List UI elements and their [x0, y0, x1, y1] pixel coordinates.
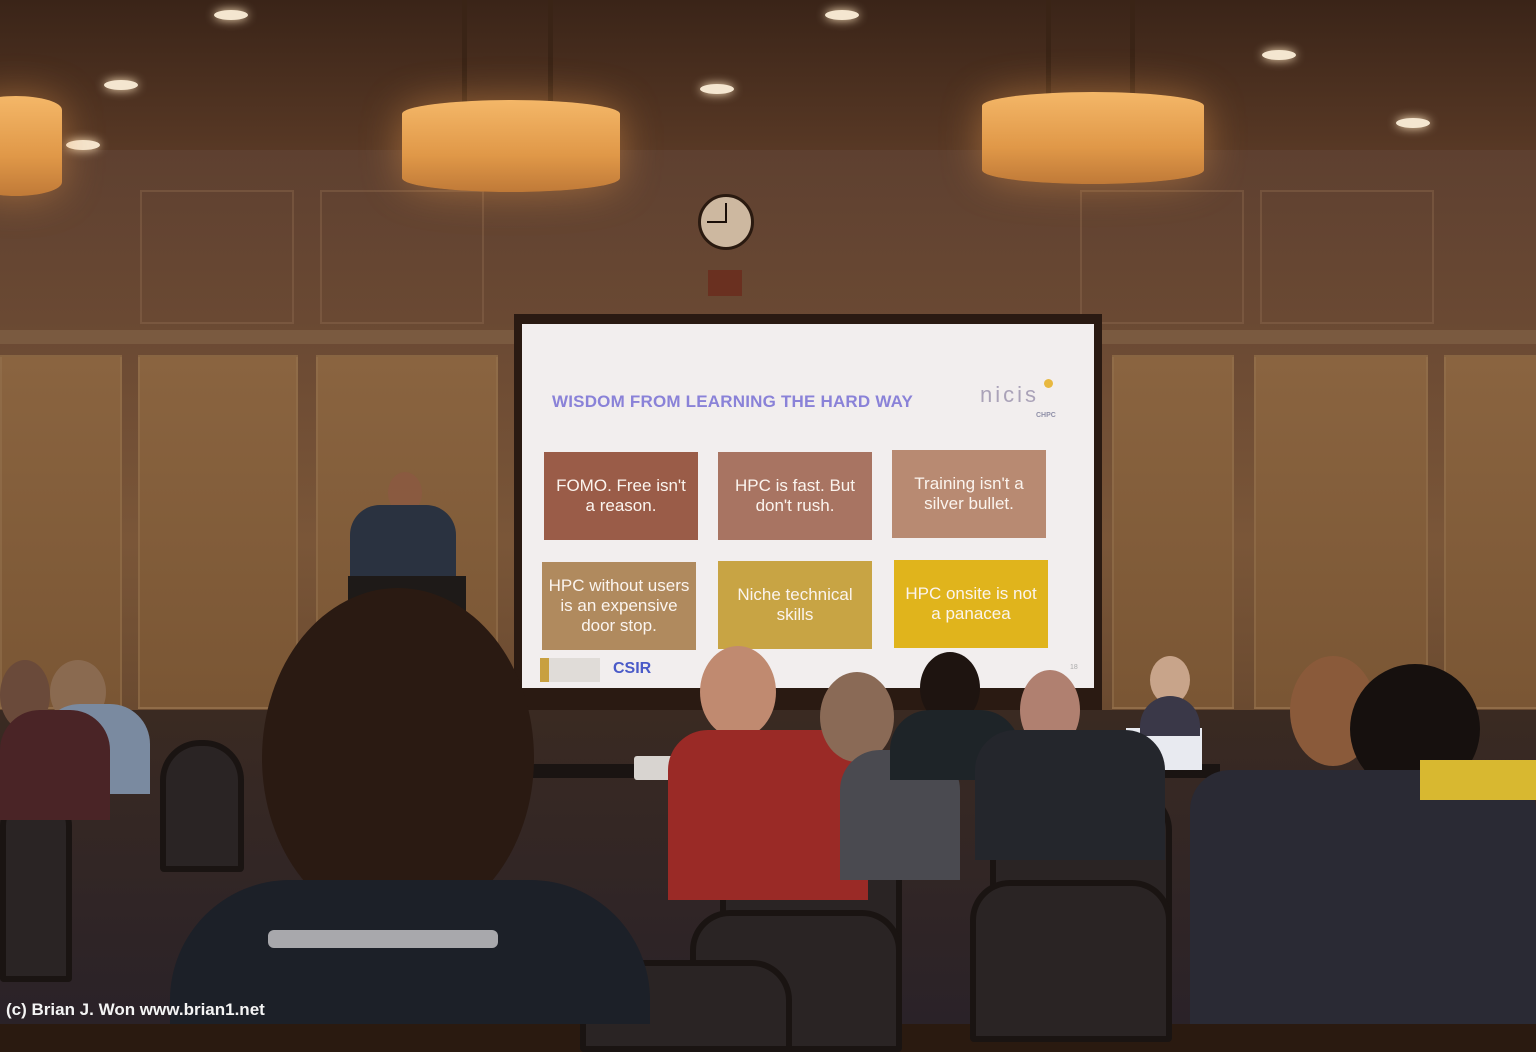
ceiling-light [1262, 50, 1296, 60]
slide-page-number: 18 [1070, 664, 1078, 671]
wall-panel [0, 355, 122, 709]
ceiling-light [104, 80, 138, 90]
logo-dot-icon [1044, 379, 1053, 388]
audience-member-yellow [1420, 760, 1536, 800]
audience-head [820, 672, 894, 762]
lamp-rod [1046, 0, 1051, 100]
lanyard [268, 930, 498, 948]
slide-card: Niche technical skills [718, 561, 872, 649]
clock-minute-hand [725, 203, 727, 223]
slide-title: WISDOM FROM LEARNING THE HARD WAY [552, 392, 914, 411]
chair [970, 880, 1172, 1042]
lamp-rod [1130, 0, 1135, 100]
clock-hour-hand [707, 221, 727, 223]
slide-card: HPC is fast. But don't rush. [718, 452, 872, 540]
slide-card: HPC without users is an expensive door s… [542, 562, 696, 650]
wall-panel [140, 190, 294, 324]
wall-panel [138, 355, 298, 709]
photo-watermark: (c) Brian J. Won www.brian1.net [6, 1000, 265, 1019]
wall-panel [1254, 355, 1428, 709]
government-logo [540, 658, 600, 682]
audience-member [975, 730, 1165, 860]
presenter [350, 505, 456, 577]
wall-clock [698, 194, 754, 250]
pendant-lamp [0, 96, 62, 196]
pendant-lamp [982, 92, 1204, 184]
csir-logo: CSIR [613, 660, 652, 677]
chair [160, 740, 244, 872]
nicis-logo: nicis [980, 382, 1040, 407]
ceiling-light [825, 10, 859, 20]
audience-member [1190, 770, 1536, 1024]
wall-panel [1444, 355, 1536, 709]
foreground-head [262, 588, 534, 928]
audience-head [700, 646, 776, 738]
ceiling-light [214, 10, 248, 20]
audience-member [0, 710, 110, 820]
fire-alarm [708, 270, 742, 296]
lamp-rod [462, 0, 467, 110]
slide-card: FOMO. Free isn't a reason. [544, 452, 698, 540]
chpc-label: CHPC [1036, 412, 1056, 419]
lamp-rod [548, 0, 553, 110]
wall-panel [1260, 190, 1434, 324]
ceiling-light [1396, 118, 1430, 128]
wall-panel [320, 190, 484, 324]
wall-panel [1080, 190, 1244, 324]
slide-card: Training isn't a silver bullet. [892, 450, 1046, 538]
pendant-lamp [402, 100, 620, 192]
slide-card: HPC onsite is not a panacea [894, 560, 1048, 648]
ceiling-light [700, 84, 734, 94]
ceiling [0, 0, 1536, 160]
ceiling-light [66, 140, 100, 150]
